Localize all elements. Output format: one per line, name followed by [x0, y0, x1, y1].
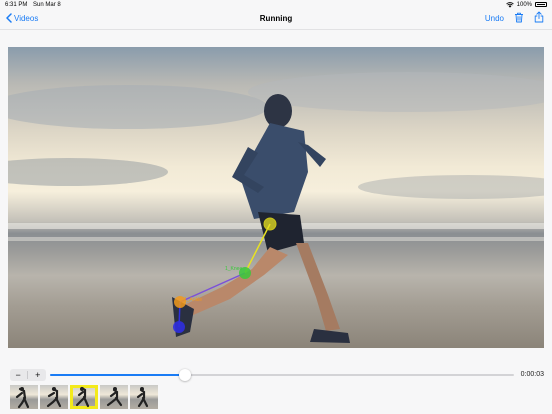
trash-icon[interactable]: [514, 12, 524, 25]
runner-thumbnail-icon: [46, 387, 62, 408]
knee-label: 1_Knee: [225, 266, 242, 272]
navigation-bar: Videos Running Undo: [0, 9, 552, 29]
status-date: Sun Mar 8: [33, 1, 61, 8]
frame-thumbnail[interactable]: [40, 385, 68, 409]
frame-stepper: − +: [10, 369, 46, 381]
stepper-divider: [27, 371, 29, 379]
toe-keypoint[interactable]: [173, 321, 185, 333]
scrubber-track[interactable]: [50, 369, 514, 381]
cloud: [8, 158, 168, 186]
scrubber: − + 0:00:03: [10, 368, 546, 382]
wifi-icon: [505, 1, 514, 8]
runner-thumbnail-icon: [75, 386, 90, 408]
undo-button[interactable]: Undo: [485, 14, 504, 23]
runner-thumbnail-icon: [15, 387, 30, 409]
share-icon[interactable]: [534, 11, 544, 25]
runner-thumbnail-icon: [136, 387, 149, 408]
page-title: Running: [259, 14, 293, 23]
step-back-button[interactable]: −: [11, 370, 25, 380]
hip-keypoint[interactable]: [263, 217, 277, 231]
cloud: [358, 175, 544, 199]
battery-percentage: 100%: [516, 1, 532, 8]
scrubber-progress: [50, 374, 185, 376]
scrubber-thumb[interactable]: [178, 369, 191, 381]
frame-strip: [10, 385, 158, 411]
ankle-label: 1_Ankle: [184, 297, 202, 303]
runner-scene: 1_Knee 1_Ankle: [8, 72, 544, 343]
frame-thumbnail[interactable]: [130, 385, 158, 409]
nav-divider: [0, 29, 552, 30]
frame-thumbnail[interactable]: [10, 385, 38, 409]
cloud: [8, 85, 268, 129]
timestamp: 0:00:03: [520, 371, 544, 378]
cloud: [248, 72, 544, 112]
runner: [172, 94, 350, 343]
frame-thumbnail[interactable]: [100, 385, 128, 409]
status-bar: 6:31 PM Sun Mar 8 100%: [0, 0, 552, 9]
status-time: 6:31 PM: [5, 1, 28, 8]
step-forward-button[interactable]: +: [31, 370, 45, 380]
frame-thumbnail[interactable]: [70, 385, 98, 409]
video-frame[interactable]: 1_Knee 1_Ankle: [8, 47, 544, 348]
battery-icon: [535, 2, 547, 7]
runner-thumbnail-icon: [106, 387, 123, 407]
